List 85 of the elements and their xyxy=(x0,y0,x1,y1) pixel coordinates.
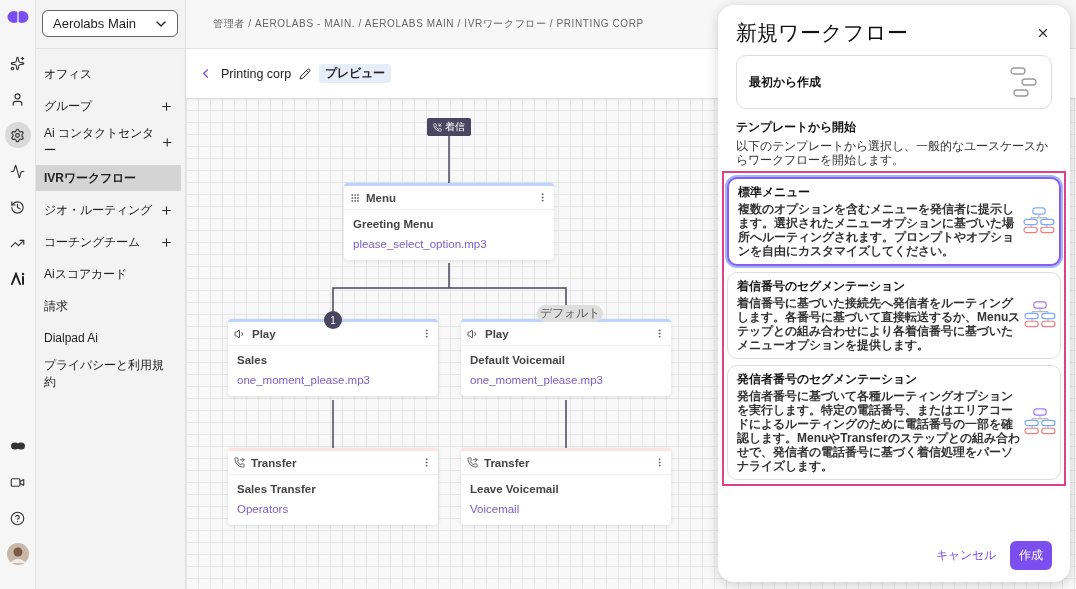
breadcrumb[interactable]: 管理者 / AEROLABS - MAIN. / AEROLABS MAIN / IVRワークフロー / PRINTING CORP xyxy=(213,17,644,31)
template-card[interactable]: 発信者番号のセグメンテーション 発信者番号に基づいて各種ルーティングオプションを実行します。特定の電話番号、またはエリアコードによるルーティングのために電話番号の一部を確認します。MenuやTransferのステップとの組み合わせで、発信者の電話番号に基づく着信処理をパーソナライズします。 xyxy=(727,365,1061,480)
sidebar-label: Aiスコアカード xyxy=(44,265,127,283)
node-title: Default Voicemail xyxy=(470,354,566,366)
sidebar-label: プライバシーと利用規約 xyxy=(44,357,165,391)
sidebar-item[interactable]: 請求 xyxy=(36,293,181,319)
node-title: Greeting Menu xyxy=(353,218,435,230)
sidebar-item[interactable]: オフィス xyxy=(36,61,181,87)
create-button[interactable]: 作成 xyxy=(1010,541,1052,570)
preview-badge: プレビュー xyxy=(319,64,392,83)
ai-icon[interactable] xyxy=(9,272,26,286)
node-link[interactable]: one_moment_please.mp3 xyxy=(470,374,662,386)
sidebar-label: Dialpad Ai xyxy=(44,329,99,347)
template-card[interactable]: 標準メニュー 複数のオプションを含むメニューを発信者に提示します。選択されたメニューオプションに基づいた場所へルーティングされます。プロンプトやオプションを自由にカスタマイズしてください。 xyxy=(727,177,1061,266)
avatar[interactable] xyxy=(6,543,29,565)
sidebar-label: Ai コンタクトセンター xyxy=(44,125,155,159)
node-title: Sales Transfer xyxy=(237,483,317,495)
card-title: 着信番号のセグメンテーション xyxy=(737,279,906,294)
plus-icon[interactable] xyxy=(160,99,173,113)
node-link[interactable]: one_moment_please.mp3 xyxy=(237,374,429,386)
help-icon[interactable] xyxy=(10,510,25,526)
node-title: Leave Voicemail xyxy=(470,483,560,495)
node-link[interactable]: Operators xyxy=(237,503,429,515)
node-type: Play xyxy=(485,327,510,340)
plus-icon[interactable] xyxy=(160,235,173,249)
section-text: 以下のテンプレートから選択し、一般的なユースケースからワークフローを開始します。 xyxy=(736,139,1049,167)
sidebar-label: コーチングチーム xyxy=(44,233,140,251)
person-icon[interactable] xyxy=(10,91,25,107)
cancel-button[interactable]: キャンセル xyxy=(936,543,996,568)
sidebar-label: IVRワークフロー xyxy=(44,169,136,187)
settings-icon[interactable] xyxy=(10,127,25,143)
flow-node[interactable]: Play Default Voicemail one_moment_please.mp3 xyxy=(461,319,671,396)
flow-node[interactable]: Transfer Leave Voicemail Voicemail xyxy=(461,448,671,525)
account-select[interactable]: Aerolabs Main xyxy=(42,10,178,37)
branch-pill: デフォルト xyxy=(537,305,603,322)
sidebar-item[interactable]: Aiスコアカード xyxy=(36,261,181,287)
logo-icon[interactable] xyxy=(10,442,25,450)
node-title: Sales xyxy=(237,354,269,366)
pencil-icon[interactable] xyxy=(299,67,312,80)
card-title: 最初から作成 xyxy=(749,74,821,90)
sparkle-icon[interactable] xyxy=(10,55,25,71)
template-card[interactable]: 着信番号のセグメンテーション 着信番号に基づいた接続先へ発信者をルーティングします。各番号に基づいて直接転送するか、Menuステップとの組み合わせにより各着信番号に基づいたメニューオプションを提供します。 xyxy=(727,272,1061,359)
section-title: テンプレートから開始 xyxy=(736,119,857,136)
node-link[interactable]: Voicemail xyxy=(470,503,662,515)
sidebar-item[interactable]: Dialpad Ai xyxy=(36,325,181,351)
grid-icon xyxy=(350,192,360,203)
sidebar-item[interactable]: ジオ・ルーティング xyxy=(36,197,181,223)
card-title: 発信者番号のセグメンテーション xyxy=(737,372,918,387)
speaker-icon xyxy=(234,327,246,340)
card-text: 着信番号に基づいた接続先へ発信者をルーティングします。各番号に基づいて直接転送するか、Menuステップとの組み合わせにより各着信番号に基づいたメニューオプションを提供します。 xyxy=(737,296,1022,352)
flow-node[interactable]: Transfer Sales Transfer Operators xyxy=(228,448,438,525)
card-title: 標準メニュー xyxy=(738,185,811,200)
card-text: 複数のオプションを含むメニューを発信者に提示します。選択されたメニューオプションに基づいた場所へルーティングされます。プロンプトやオプションを自由にカスタマイズしてください。 xyxy=(738,202,1015,258)
node-type: Play xyxy=(252,327,277,340)
sidebar-label: ジオ・ルーティング xyxy=(44,201,152,219)
history-icon[interactable] xyxy=(10,199,25,215)
speaker-icon xyxy=(467,327,479,340)
sidebar-label: グループ xyxy=(44,97,92,115)
rail-button[interactable] xyxy=(4,122,31,148)
card-text: 発信者番号に基づいて各種ルーティングオプションを実行します。特定の電話番号、またはエリアコードによるルーティングのために電話番号の一部を確認します。MenuやTransferのステップとの組み合わせで、発信者の電話番号に基づく着信処理をパーソナライズします。 xyxy=(737,389,1021,473)
sidebar-item[interactable]: Ai コンタクトセンター xyxy=(36,125,181,159)
phone-incoming-icon xyxy=(433,122,442,132)
steps-icon xyxy=(1010,67,1037,97)
panel-title: 新規ワークフロー xyxy=(736,20,908,46)
sidebar-item[interactable]: コーチングチーム xyxy=(36,229,181,255)
plus-icon[interactable] xyxy=(160,203,173,217)
scratch-card[interactable]: 最初から作成 xyxy=(736,55,1052,109)
sidebar-label: 請求 xyxy=(44,297,68,315)
phone-forward-icon xyxy=(234,457,245,468)
branch-number: 1 xyxy=(324,311,342,329)
flow-node[interactable]: Menu Greeting Menu please_select_option.mp3 xyxy=(344,183,554,260)
node-type: Transfer xyxy=(484,456,531,469)
sidebar-label: オフィス xyxy=(44,65,92,83)
workflow-title: Printing corp xyxy=(221,66,292,81)
sidebar-item[interactable]: グループ xyxy=(36,93,181,119)
node-link[interactable]: please_select_option.mp3 xyxy=(353,238,545,250)
sidebar-item[interactable]: IVRワークフロー xyxy=(36,165,181,191)
start-label: 着信 xyxy=(445,120,465,134)
close-icon[interactable] xyxy=(1036,26,1050,40)
plus-icon[interactable] xyxy=(160,135,173,149)
node-type: Transfer xyxy=(251,456,298,469)
pulse-icon[interactable] xyxy=(10,163,25,179)
node-type: Menu xyxy=(366,191,398,204)
sidebar-item[interactable]: プライバシーと利用規約 xyxy=(36,357,181,391)
phone-forward-icon xyxy=(467,457,478,468)
